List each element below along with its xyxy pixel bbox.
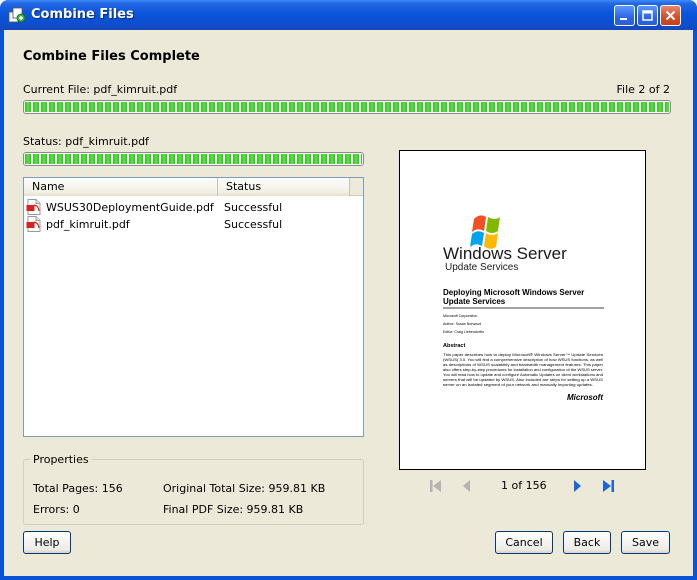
list-item[interactable]: pdf_kimruit.pdf Successful: [26, 216, 362, 233]
status-label: Status: pdf_kimruit.pdf: [23, 135, 149, 148]
original-size-text: Original Total Size: 959.81 KB: [163, 482, 326, 495]
help-button[interactable]: Help: [23, 531, 71, 554]
list-item[interactable]: WSUS30DeploymentGuide.pdf Successful: [26, 199, 362, 216]
file-name: pdf_kimruit.pdf: [46, 218, 130, 231]
product-name-line2: Update Services: [445, 262, 518, 273]
properties-group: Properties Total Pages: 156 Original Tot…: [23, 453, 364, 525]
doc-title-line1: Deploying Microsoft Windows Server: [443, 288, 584, 297]
total-pages-text: Total Pages: 156: [33, 482, 123, 495]
column-header-name[interactable]: Name: [24, 178, 218, 196]
doc-meta-line: Microsoft Corporation: [443, 314, 477, 318]
final-size-text: Final PDF Size: 959.81 KB: [163, 503, 304, 516]
doc-meta-line: Editor: Craig Liebendorfer: [443, 330, 485, 334]
abstract-line: (WSUS) 3.0. You will find a comprehensiv…: [443, 358, 603, 362]
product-name-line1: Windows Server: [443, 244, 567, 263]
close-icon: [665, 10, 676, 21]
minimize-button[interactable]: [614, 5, 635, 26]
current-file-progress-bar: [23, 100, 671, 114]
minimize-icon: [620, 18, 627, 20]
abstract-line: servers that will be updated by WSUS. Al…: [443, 378, 604, 382]
abstract-line: You will read how to update and configur…: [443, 373, 603, 377]
current-file-label: Current File: pdf_kimruit.pdf: [23, 83, 178, 96]
file-status: Successful: [224, 218, 283, 231]
close-button[interactable]: [660, 5, 681, 26]
abstract-heading: Abstract: [443, 343, 465, 349]
title-bar[interactable]: Combine Files: [0, 0, 697, 30]
column-header-status[interactable]: Status: [218, 178, 350, 196]
first-page-icon[interactable]: [428, 478, 444, 494]
page-indicator: 1 of 156: [501, 479, 547, 492]
errors-text: Errors: 0: [33, 503, 80, 516]
file-name: WSUS30DeploymentGuide.pdf: [46, 201, 214, 214]
save-button[interactable]: Save: [621, 531, 670, 554]
combine-files-window: Combine Files Combine Files Complete Cur…: [0, 0, 697, 580]
page-preview: Windows Server Update Services Deploying…: [399, 150, 646, 470]
file-list-header: Name Status: [24, 178, 363, 196]
maximize-button[interactable]: [637, 5, 658, 26]
doc-title-line2: Update Services: [443, 297, 506, 306]
next-page-icon[interactable]: [569, 478, 585, 494]
back-button[interactable]: Back: [563, 531, 611, 554]
microsoft-logo: Microsoft: [567, 393, 603, 402]
file-count-label: File 2 of 2: [616, 83, 671, 96]
dialog-heading: Combine Files Complete: [23, 49, 200, 64]
cancel-button[interactable]: Cancel: [495, 531, 553, 554]
current-file-progress-fill: [25, 102, 669, 112]
dialog-body: Combine Files Complete Current File: pdf…: [4, 30, 693, 576]
last-page-icon[interactable]: [600, 478, 616, 494]
abstract-line: also offers step-by-step procedures for …: [443, 368, 603, 372]
window-title: Combine Files: [31, 7, 134, 22]
document-page-thumbnail: Windows Server Update Services Deploying…: [443, 215, 604, 402]
combine-files-app-icon: [8, 7, 26, 23]
status-progress-fill: [25, 154, 362, 164]
pdf-file-icon: [26, 216, 41, 232]
abstract-line: This paper describes how to deploy Micro…: [443, 353, 603, 357]
properties-legend: Properties: [30, 453, 92, 466]
status-progress-bar: [23, 152, 364, 166]
abstract-line: server on an isolated segment of your ne…: [443, 383, 593, 387]
doc-meta-line: Author: Susan Norwood: [443, 322, 481, 326]
pdf-file-icon: [26, 199, 41, 215]
file-list[interactable]: Name Status WSUS30DeploymentGuide.pdf Su…: [23, 177, 364, 437]
previous-page-icon[interactable]: [459, 478, 475, 494]
abstract-line: as descriptions of WSUS scalability and …: [443, 363, 604, 367]
file-status: Successful: [224, 201, 283, 214]
maximize-icon: [642, 10, 653, 21]
